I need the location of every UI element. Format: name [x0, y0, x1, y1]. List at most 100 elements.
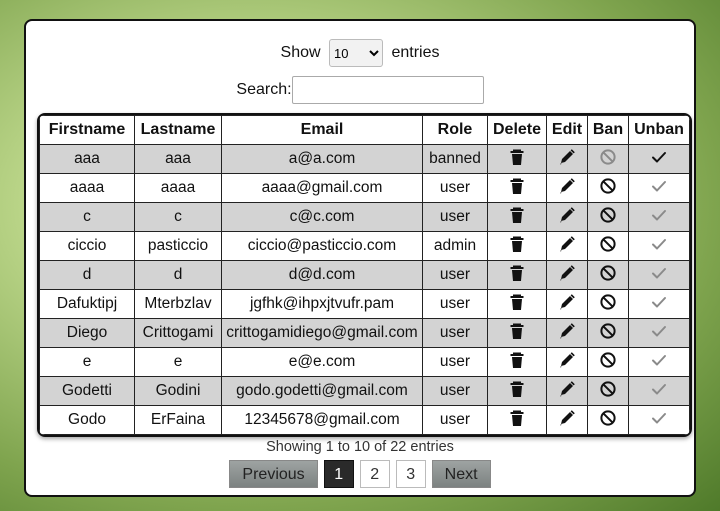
trash-icon[interactable]	[508, 148, 526, 171]
role-cell: user	[422, 173, 488, 203]
checkmark-icon	[650, 351, 668, 374]
delete-cell	[487, 260, 547, 290]
ban-icon[interactable]	[599, 235, 617, 258]
users-table-container: Firstname Lastname Email Role Delete Edi…	[37, 113, 692, 437]
unban-cell	[628, 289, 690, 319]
page-button-2[interactable]: 2	[359, 460, 390, 488]
ban-icon[interactable]	[599, 322, 617, 345]
search-control: Search:	[26, 76, 694, 104]
pencil-icon[interactable]	[558, 148, 576, 171]
email-cell: a@a.com	[221, 144, 423, 174]
delete-cell	[487, 231, 547, 261]
trash-icon[interactable]	[508, 409, 526, 432]
role-cell: user	[422, 289, 488, 319]
firstname-cell: d	[39, 260, 135, 290]
trash-icon[interactable]	[508, 293, 526, 316]
pencil-icon[interactable]	[558, 206, 576, 229]
firstname-cell: Diego	[39, 318, 135, 348]
pencil-icon[interactable]	[558, 264, 576, 287]
firstname-cell: Dafuktipj	[39, 289, 135, 319]
email-cell: jgfhk@ihpxjtvufr.pam	[221, 289, 423, 319]
unban-cell	[628, 231, 690, 261]
lastname-cell: pasticcio	[134, 231, 222, 261]
email-cell: e@e.com	[221, 347, 423, 377]
email-cell: 12345678@gmail.com	[221, 405, 423, 435]
pencil-icon[interactable]	[558, 177, 576, 200]
delete-cell	[487, 405, 547, 435]
ban-icon[interactable]	[599, 351, 617, 374]
next-button[interactable]: Next	[431, 460, 491, 488]
ban-icon[interactable]	[599, 380, 617, 403]
unban-cell	[628, 405, 690, 435]
delete-cell	[487, 144, 547, 174]
delete-cell	[487, 173, 547, 203]
email-cell: ciccio@pasticcio.com	[221, 231, 423, 261]
firstname-cell: Godo	[39, 405, 135, 435]
pencil-icon[interactable]	[558, 322, 576, 345]
pencil-icon[interactable]	[558, 351, 576, 374]
col-edit: Edit	[546, 115, 588, 145]
email-cell: crittogamidiego@gmail.com	[221, 318, 423, 348]
firstname-cell: Godetti	[39, 376, 135, 406]
ban-cell	[587, 144, 629, 174]
ban-cell	[587, 405, 629, 435]
col-firstname[interactable]: Firstname	[39, 115, 135, 145]
ban-icon[interactable]	[599, 206, 617, 229]
col-ban: Ban	[587, 115, 629, 145]
ban-cell	[587, 173, 629, 203]
role-cell: user	[422, 405, 488, 435]
edit-cell	[546, 405, 588, 435]
pencil-icon[interactable]	[558, 409, 576, 432]
header-row: Firstname Lastname Email Role Delete Edi…	[39, 115, 690, 145]
checkmark-icon[interactable]	[650, 148, 668, 171]
firstname-cell: ciccio	[39, 231, 135, 261]
ban-cell	[587, 260, 629, 290]
role-cell: user	[422, 347, 488, 377]
pencil-icon[interactable]	[558, 380, 576, 403]
trash-icon[interactable]	[508, 351, 526, 374]
page-size-select[interactable]: 102550100	[329, 39, 383, 67]
checkmark-icon	[650, 177, 668, 200]
trash-icon[interactable]	[508, 235, 526, 258]
edit-cell	[546, 202, 588, 232]
table-row: Godetti Godini godo.godetti@gmail.com user	[39, 376, 690, 406]
ban-icon[interactable]	[599, 177, 617, 200]
col-lastname[interactable]: Lastname	[134, 115, 222, 145]
ban-icon[interactable]	[599, 264, 617, 287]
trash-icon[interactable]	[508, 264, 526, 287]
lastname-cell: aaaa	[134, 173, 222, 203]
unban-cell	[628, 347, 690, 377]
table-row: e e e@e.com user	[39, 347, 690, 377]
trash-icon[interactable]	[508, 177, 526, 200]
col-email[interactable]: Email	[221, 115, 423, 145]
trash-icon[interactable]	[508, 206, 526, 229]
ban-cell	[587, 231, 629, 261]
checkmark-icon	[650, 264, 668, 287]
unban-cell	[628, 173, 690, 203]
role-cell: user	[422, 260, 488, 290]
role-cell: user	[422, 202, 488, 232]
page-button-1[interactable]: 1	[323, 460, 354, 488]
checkmark-icon	[650, 380, 668, 403]
checkmark-icon	[650, 293, 668, 316]
table-row: ciccio pasticcio ciccio@pasticcio.com admin	[39, 231, 690, 261]
ban-icon[interactable]	[599, 409, 617, 432]
table-row: aaaa aaaa aaaa@gmail.com user	[39, 173, 690, 203]
table-row: aaa aaa a@a.com banned	[39, 144, 690, 174]
table-row: c c c@c.com user	[39, 202, 690, 232]
edit-cell	[546, 376, 588, 406]
role-cell: admin	[422, 231, 488, 261]
firstname-cell: e	[39, 347, 135, 377]
page-button-3[interactable]: 3	[395, 460, 426, 488]
col-role[interactable]: Role	[422, 115, 488, 145]
previous-button[interactable]: Previous	[229, 460, 318, 488]
search-input[interactable]	[291, 76, 484, 104]
trash-icon[interactable]	[508, 322, 526, 345]
trash-icon[interactable]	[508, 380, 526, 403]
pencil-icon[interactable]	[558, 293, 576, 316]
ban-cell	[587, 318, 629, 348]
pencil-icon[interactable]	[558, 235, 576, 258]
page-size-control: Show 102550100 entries	[26, 39, 694, 67]
unban-cell	[628, 318, 690, 348]
ban-icon[interactable]	[599, 293, 617, 316]
